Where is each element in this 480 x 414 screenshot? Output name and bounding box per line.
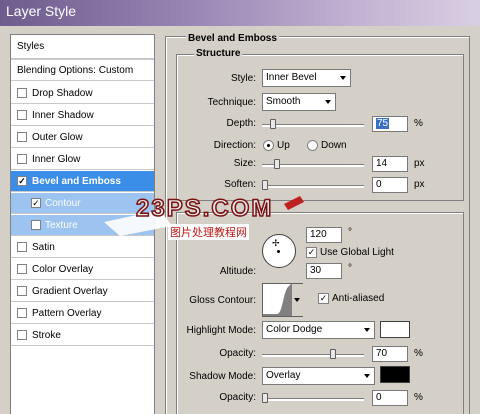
highlight-opacity-input[interactable]: 70 [372,346,408,362]
direction-up-label: Up [277,140,290,151]
direction-up-radio[interactable] [263,140,274,151]
altitude-label: Altitude: [219,266,256,277]
style-item-bevel-and-emboss[interactable]: ✓ Bevel and Emboss [11,171,154,192]
satin-checkbox[interactable] [17,242,27,252]
depth-input[interactable]: 75 [372,116,408,132]
shadow-opacity-thumb[interactable] [262,393,268,403]
angle-input[interactable]: 120 [306,227,342,243]
soften-input[interactable]: 0 [372,177,408,193]
soften-unit: px [414,179,425,190]
style-item-color-overlay[interactable]: Color Overlay [11,259,154,280]
outer-glow-checkbox[interactable] [17,132,27,142]
highlight-color-swatch[interactable] [380,321,410,338]
chevron-down-icon [340,76,346,80]
use-global-light-checkbox[interactable]: ✓ [306,247,317,258]
altitude-degree: ° [348,263,352,274]
inner-glow-checkbox[interactable] [17,154,27,164]
shadow-opacity-slider[interactable] [262,398,364,401]
style-select[interactable]: Inner Bevel [262,69,351,87]
soften-slider[interactable] [262,185,364,188]
angle-dial-center [277,250,280,253]
contour-curve-icon [263,284,291,316]
altitude-input[interactable]: 30 [306,263,342,279]
size-unit: px [414,158,425,169]
style-item-drop-shadow[interactable]: Drop Shadow [11,83,154,104]
stroke-checkbox[interactable] [17,330,27,340]
highlight-mode-select[interactable]: Color Dodge [262,321,375,339]
gloss-contour-label: Gloss Contour: [189,295,256,306]
styles-header[interactable]: Styles [11,35,154,59]
depth-slider-thumb[interactable] [270,119,276,129]
size-label: Size: [233,158,256,169]
shadow-opacity-label: Opacity: [219,392,256,403]
blending-options[interactable]: Blending Options: Custom [11,59,154,81]
texture-checkbox[interactable] [31,220,41,230]
use-global-light-label: Use Global Light [320,247,394,258]
soften-label: Soften: [224,179,256,190]
depth-unit: % [414,118,423,129]
bevel-emboss-checkbox[interactable]: ✓ [17,176,27,186]
technique-select[interactable]: Smooth [262,93,336,111]
angle-degree: ° [348,227,352,238]
size-slider-thumb[interactable] [274,159,280,169]
shadow-mode-label: Shadow Mode: [189,371,256,382]
title-bar: Layer Style [0,0,480,26]
highlight-opacity-unit: % [414,348,423,359]
anti-aliased-label: Anti-aliased [332,293,385,304]
shadow-opacity-input[interactable]: 0 [372,390,408,406]
size-input[interactable]: 14 [372,156,408,172]
direction-down-label: Down [321,140,347,151]
direction-label: Direction: [213,140,256,151]
anti-aliased-checkbox[interactable]: ✓ [318,293,329,304]
depth-label: Depth: [226,118,256,129]
highlight-opacity-thumb[interactable] [330,349,336,359]
style-item-inner-shadow[interactable]: Inner Shadow [11,105,154,126]
soften-slider-thumb[interactable] [262,180,268,190]
pattern-overlay-checkbox[interactable] [17,308,27,318]
chevron-down-icon [364,374,370,378]
svg-text:23PS.COM: 23PS.COM [136,195,273,222]
color-overlay-checkbox[interactable] [17,264,27,274]
chevron-down-icon [325,100,331,104]
contour-checkbox[interactable]: ✓ [31,198,41,208]
chevron-down-icon [364,328,370,332]
watermark-logo: 23PS.COM 图片处理教程网 [100,192,310,242]
highlight-opacity-label: Opacity: [219,348,256,359]
style-item-outer-glow[interactable]: Outer Glow [11,127,154,148]
watermark-subtitle: 图片处理教程网 [168,224,249,240]
shadow-opacity-unit: % [414,392,423,403]
technique-label: Technique: [207,97,256,108]
highlight-opacity-slider[interactable] [262,354,364,357]
style-item-gradient-overlay[interactable]: Gradient Overlay [11,281,154,302]
style-item-inner-glow[interactable]: Inner Glow [11,149,154,170]
gradient-overlay-checkbox[interactable] [17,286,27,296]
style-item-stroke[interactable]: Stroke [11,325,154,346]
window-title: Layer Style [6,3,77,19]
gloss-contour-picker[interactable] [262,283,303,317]
shadow-color-swatch[interactable] [380,366,410,383]
chevron-down-icon [294,298,300,302]
drop-shadow-checkbox[interactable] [17,88,27,98]
depth-slider[interactable] [262,124,364,127]
structure-title: Structure [194,48,243,59]
shadow-mode-select[interactable]: Overlay [262,367,375,385]
section-title: Bevel and Emboss [186,33,279,44]
direction-down-radio[interactable] [307,140,318,151]
highlight-mode-label: Highlight Mode: [186,325,256,336]
style-label: Style: [230,73,256,84]
inner-shadow-checkbox[interactable] [17,110,27,120]
style-item-pattern-overlay[interactable]: Pattern Overlay [11,303,154,324]
